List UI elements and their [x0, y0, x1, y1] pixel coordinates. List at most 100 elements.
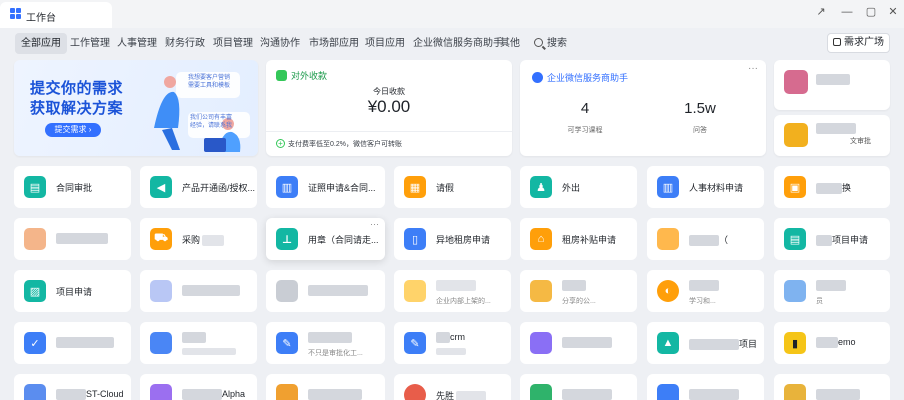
- category-search[interactable]: 搜索: [534, 33, 567, 54]
- app-icon: [150, 384, 172, 400]
- wecom-icon: [532, 72, 543, 83]
- category-work[interactable]: 工作管理: [64, 33, 116, 54]
- app-project-application[interactable]: ▤ 项目申请: [774, 218, 890, 260]
- submit-demand-button[interactable]: 提交需求 ›: [45, 123, 101, 137]
- workbench-logo-icon: [10, 8, 21, 19]
- app-row4-col5[interactable]: [520, 322, 637, 364]
- maximize-button[interactable]: ▢: [860, 4, 882, 20]
- side-app-card-2[interactable]: 文审批: [774, 115, 890, 156]
- app-icon: [530, 384, 552, 400]
- blurred-label: [689, 235, 719, 247]
- blurred-label: [689, 339, 739, 351]
- app-row5-col7[interactable]: [774, 374, 890, 400]
- more-icon[interactable]: ···: [370, 219, 379, 229]
- category-marketing[interactable]: 市场部应用: [303, 33, 365, 54]
- app-icon: [784, 123, 808, 147]
- app-row3-col7[interactable]: 员: [774, 270, 890, 312]
- today-income-amount: ¥0.00: [367, 97, 411, 116]
- app-outing[interactable]: ♟ 外出: [520, 166, 637, 208]
- category-project-mgmt[interactable]: 项目管理: [207, 33, 259, 54]
- app-rent-subsidy[interactable]: ⌂ 租房补贴申请: [520, 218, 637, 260]
- planet-icon: ◐: [657, 280, 679, 302]
- banner-line2: 获取解决方案: [30, 100, 124, 117]
- courses-stat[interactable]: 4 可学习课程: [525, 100, 645, 135]
- qa-stat[interactable]: 1.5w 问答: [640, 100, 760, 135]
- app-hr-materials[interactable]: ▥ 人事材料申请: [647, 166, 764, 208]
- app-row5-col5[interactable]: [520, 374, 637, 400]
- tab-title: 工作台: [26, 13, 56, 24]
- app-xiansheng[interactable]: 先胜: [394, 374, 511, 400]
- app-row4-col1[interactable]: ✓: [14, 322, 131, 364]
- external-payment-card[interactable]: 对外收款 今日收款 ¥0.00 + 支付费率低至0.2%，微信客户可转账: [266, 60, 512, 156]
- side-app-card-1[interactable]: [774, 60, 890, 110]
- app-row3-col3[interactable]: [266, 270, 385, 312]
- bubble-1: 我想要客户营销 需要工具和模板: [188, 75, 231, 89]
- app-seal-usage[interactable]: ⊥ 用章（合同请走... ···: [266, 218, 385, 260]
- app-row5-col3[interactable]: [266, 374, 385, 400]
- cloud-icon: [24, 384, 46, 400]
- blurred-label: [816, 235, 832, 247]
- more-icon[interactable]: ···: [748, 63, 758, 74]
- category-finance[interactable]: 财务行政: [159, 33, 211, 54]
- blurred-label: [816, 337, 838, 349]
- category-all[interactable]: 全部应用: [15, 33, 67, 54]
- app-alpha[interactable]: Alpha: [140, 374, 257, 400]
- blurred-label: [182, 348, 236, 355]
- blurred-label: [456, 391, 487, 400]
- blurred-label: [202, 235, 225, 247]
- blurred-label: [816, 280, 846, 292]
- id-card-icon: ▤: [784, 228, 806, 250]
- payment-icon: [276, 70, 287, 81]
- blurred-label: [689, 389, 739, 400]
- blurred-label: [182, 332, 206, 344]
- blurred-label: [308, 332, 352, 344]
- app-leave[interactable]: ▦ 请假: [394, 166, 511, 208]
- app-row2-col1[interactable]: [14, 218, 131, 260]
- close-button[interactable]: ✕: [882, 4, 904, 20]
- category-hr[interactable]: 人事管理: [111, 33, 163, 54]
- wecom-helper-card[interactable]: 企业微信服务商助手 ··· 4 可学习课程 1.5w 问答: [520, 60, 766, 156]
- app-row4-col6[interactable]: ▲ 项目: [647, 322, 764, 364]
- app-license-contract[interactable]: ▥ 证照申请&合同...: [266, 166, 385, 208]
- app-icon: [530, 280, 552, 302]
- app-row3-col5[interactable]: 分享的公...: [520, 270, 637, 312]
- app-icon: [657, 384, 679, 400]
- app-contract-approval[interactable]: ▤ 合同审批: [14, 166, 131, 208]
- house-icon: ⌂: [530, 228, 552, 250]
- blurred-label: [562, 280, 586, 292]
- app-product-authorization[interactable]: ◀ 产品开通函/授权...: [140, 166, 257, 208]
- app-procurement[interactable]: ⛟ 采购: [140, 218, 257, 260]
- demand-square-button[interactable]: 需求广场: [827, 33, 890, 53]
- app-row3-col4[interactable]: 企业内部上架的...: [394, 270, 511, 312]
- app-demo[interactable]: ▮ emo: [774, 322, 890, 364]
- app-icon: [276, 280, 298, 302]
- app-remote-rent[interactable]: ▯ 异地租房申请: [394, 218, 511, 260]
- bubble-2: 我们公司有丰富 经验，请联系我: [190, 115, 233, 129]
- category-other[interactable]: 其他: [494, 33, 526, 54]
- cart-icon: ⛟: [150, 228, 172, 250]
- app-row3-col2[interactable]: [140, 270, 257, 312]
- app-row2-col6[interactable]: （: [647, 218, 764, 260]
- plus-circle-icon: +: [276, 139, 285, 148]
- app-st-cloud[interactable]: ST-Cloud: [14, 374, 131, 400]
- app-icon: [150, 280, 172, 302]
- app-row1-col7[interactable]: ▣ 换: [774, 166, 890, 208]
- stamp-icon: ⊥: [276, 228, 298, 250]
- app-project-apply[interactable]: ▨ 项目申请: [14, 270, 131, 312]
- app-icon: [784, 280, 806, 302]
- app-row4-col2[interactable]: [140, 322, 257, 364]
- popout-icon[interactable]: ↗: [810, 4, 832, 20]
- blurred-label: [182, 389, 222, 400]
- app-row3-col6[interactable]: ◐ 学习和...: [647, 270, 764, 312]
- today-income-label: 今日收款: [373, 87, 405, 96]
- title-bar: 工作台 ↗ — ▢ ✕: [0, 0, 904, 28]
- category-communication[interactable]: 沟通协作: [254, 33, 306, 54]
- app-row4-col3[interactable]: ✎ 不只是审批化工...: [266, 322, 385, 364]
- book-icon: ▥: [276, 176, 298, 198]
- app-row5-col6[interactable]: [647, 374, 764, 400]
- minimize-button[interactable]: —: [836, 4, 858, 20]
- app-crm[interactable]: ✎ crm: [394, 322, 511, 364]
- submit-demand-banner[interactable]: 提交你的需求 获取解决方案 提交需求 › 我想要客户营销 需要工具和模板 我们公…: [14, 60, 258, 156]
- category-project-apps[interactable]: 项目应用: [359, 33, 411, 54]
- payment-footer[interactable]: + 支付费率低至0.2%，微信客户可转账: [276, 139, 402, 149]
